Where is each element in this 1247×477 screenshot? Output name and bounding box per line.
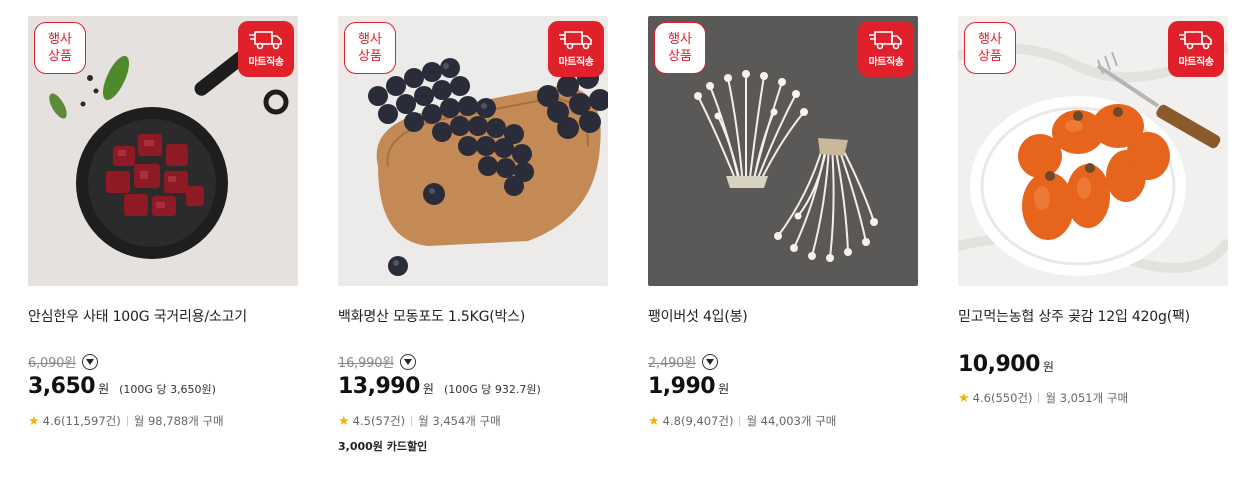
sale-price: 10,900	[958, 352, 1040, 377]
mart-badge-label: 마트직송	[868, 57, 904, 68]
review-count[interactable]: (550건)	[991, 390, 1033, 406]
star-icon: ★	[28, 413, 40, 429]
delivery-truck-icon	[1179, 31, 1212, 50]
original-price-row: 16,990원	[338, 352, 417, 371]
sale-price-row: 3,650 원 (100G 당 3,650원)	[28, 374, 216, 399]
sale-price-row: 10,900 원	[958, 352, 1054, 377]
rating-value: 4.5	[352, 414, 371, 428]
product-title[interactable]: 백화명산 모동포도 1.5KG(박스)	[338, 306, 525, 326]
rating-row: ★ 4.6 (550건) 월 3,051개 구매	[958, 390, 1128, 406]
monthly-purchases: 월 3,051개 구매	[1045, 391, 1129, 405]
star-icon: ★	[648, 413, 660, 429]
divider	[739, 416, 741, 426]
star-icon: ★	[958, 390, 970, 406]
product-card-enoki[interactable]: 행사 상품 마트직송 팽이버섯 4입(봉) 2,490원 1,990 원 ★ 4…	[648, 16, 918, 429]
monthly-purchases: 월 3,454개 구매	[418, 414, 501, 428]
mart-badge-label: 마트직송	[1178, 57, 1214, 68]
currency-label: 원	[1042, 360, 1054, 374]
event-badge-line1: 행사	[668, 32, 692, 47]
product-title[interactable]: 안심한우 사태 100G 국거리용/소고기	[28, 306, 247, 326]
unit-price: (100G 당 932.7원)	[443, 383, 541, 396]
rating-value: 4.6	[42, 414, 61, 428]
divider	[1038, 393, 1040, 403]
product-image-grapes[interactable]: 행사 상품 마트직송	[338, 16, 608, 286]
star-icon: ★	[338, 413, 350, 429]
original-price-row: 2,490원	[648, 352, 718, 371]
unit-price: (100G 당 3,650원)	[119, 383, 216, 396]
sale-price: 13,990	[338, 374, 420, 399]
original-price: 16,990원	[338, 356, 395, 371]
rating-row: ★ 4.8 (9,407건) 월 44,003개 구매	[648, 413, 836, 429]
product-image-enoki[interactable]: 행사 상품 마트직송	[648, 16, 918, 286]
mart-badge-label: 마트직송	[248, 57, 284, 68]
rating-value: 4.6	[972, 391, 991, 405]
currency-label: 원	[98, 382, 110, 396]
currency-label: 원	[422, 382, 434, 396]
event-badge-line2: 상품	[668, 49, 692, 64]
currency-label: 원	[718, 382, 730, 396]
monthly-purchases: 월 44,003개 구매	[746, 414, 837, 428]
mart-badge-label: 마트직송	[558, 57, 594, 68]
product-card-persimmon[interactable]: 행사 상품 마트직송 믿고먹는농협 상주 곶감 12입 420g(팩) 10,9…	[958, 16, 1228, 406]
original-price: 6,090원	[28, 356, 76, 371]
product-title[interactable]: 믿고먹는농협 상주 곶감 12입 420g(팩)	[958, 306, 1190, 326]
mart-delivery-badge: 마트직송	[548, 21, 604, 77]
sale-price-row: 13,990 원 (100G 당 932.7원)	[338, 374, 541, 399]
chevron-down-icon	[404, 358, 413, 365]
product-image-persimmon[interactable]: 행사 상품 마트직송	[958, 16, 1228, 286]
mart-delivery-badge: 마트직송	[238, 21, 294, 77]
sale-price-row: 1,990 원	[648, 374, 729, 399]
price-detail-toggle[interactable]	[81, 353, 98, 370]
event-badge-line1: 행사	[978, 32, 1002, 47]
product-image-beef[interactable]: 행사 상품 마트직송	[28, 16, 298, 286]
sale-price: 1,990	[648, 374, 716, 399]
product-title[interactable]: 팽이버섯 4입(봉)	[648, 306, 748, 326]
original-price: 2,490원	[648, 356, 696, 371]
sale-price: 3,650	[28, 374, 96, 399]
chevron-down-icon	[85, 358, 94, 365]
event-badge-line1: 행사	[358, 32, 382, 47]
event-product-badge: 행사 상품	[344, 22, 396, 74]
event-product-badge: 행사 상품	[964, 22, 1016, 74]
review-count[interactable]: (57건)	[371, 413, 405, 429]
event-badge-line2: 상품	[48, 49, 72, 64]
review-count[interactable]: (9,407건)	[681, 413, 733, 429]
chevron-down-icon	[705, 358, 714, 365]
mart-delivery-badge: 마트직송	[1168, 21, 1224, 77]
product-card-beef[interactable]: 행사 상품 마트직송 안심한우 사태 100G 국거리용/소고기 6,090원 …	[28, 16, 298, 429]
monthly-purchases: 월 98,788개 구매	[133, 414, 224, 428]
rating-row: ★ 4.6 (11,597건) 월 98,788개 구매	[28, 413, 224, 429]
event-badge-line2: 상품	[978, 49, 1002, 64]
divider	[411, 416, 413, 426]
original-price-row: 6,090원	[28, 352, 98, 371]
event-product-badge: 행사 상품	[34, 22, 86, 74]
card-discount-label: 3,000원 카드할인	[338, 440, 428, 453]
delivery-truck-icon	[249, 31, 282, 50]
rating-value: 4.8	[662, 414, 681, 428]
review-count[interactable]: (11,597건)	[61, 413, 121, 429]
event-badge-line2: 상품	[358, 49, 382, 64]
rating-row: ★ 4.5 (57건) 월 3,454개 구매	[338, 413, 501, 429]
delivery-truck-icon	[559, 31, 592, 50]
price-detail-toggle[interactable]	[400, 353, 417, 370]
event-product-badge: 행사 상품	[654, 22, 706, 74]
divider	[126, 416, 128, 426]
delivery-truck-icon	[869, 31, 902, 50]
mart-delivery-badge: 마트직송	[858, 21, 914, 77]
event-badge-line1: 행사	[48, 32, 72, 47]
price-detail-toggle[interactable]	[701, 353, 718, 370]
product-card-grapes[interactable]: 행사 상품 마트직송 백화명산 모동포도 1.5KG(박스) 16,990원 1…	[338, 16, 608, 453]
